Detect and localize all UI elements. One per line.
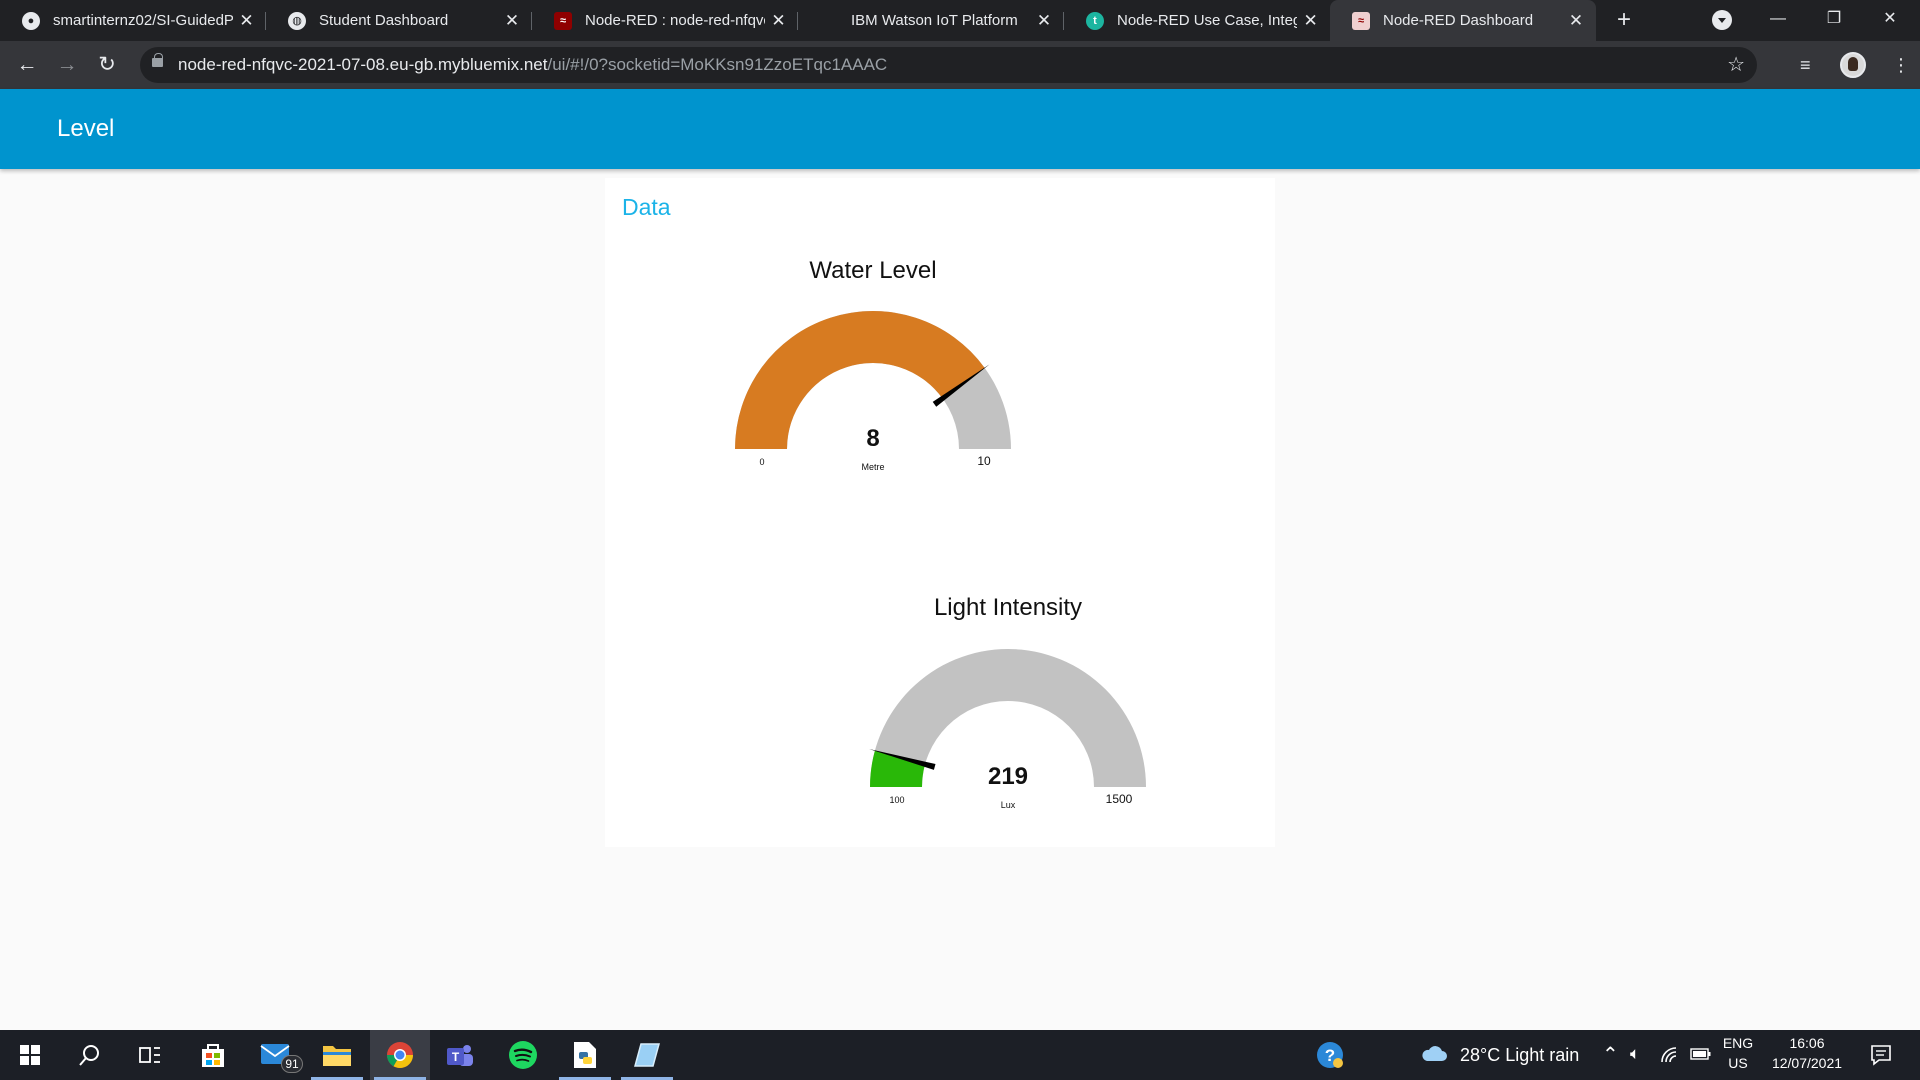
close-tab-icon[interactable]: ✕	[233, 11, 260, 31]
browser-tab-strip: ● smartinternz02/SI-GuidedPr ✕ ◍ Student…	[0, 0, 1920, 41]
tab-node-red-dashboard[interactable]: ≈ Node-RED Dashboard ✕	[1330, 0, 1596, 41]
gauge-units: Lux	[1001, 800, 1016, 810]
tab-title: Node-RED : node-red-nfqvc	[585, 12, 765, 29]
tab-title: Student Dashboard	[319, 12, 449, 29]
tab-title: Node-RED Use Case, Integr	[1117, 12, 1298, 29]
tab-student-dashboard[interactable]: ◍ Student Dashboard ✕	[266, 0, 532, 41]
tab-title: Node-RED Dashboard	[1383, 12, 1534, 29]
mail-app[interactable]: 91	[247, 1030, 307, 1080]
volume-icon[interactable]: 🔈︎	[1630, 1044, 1640, 1064]
clock-date: 12/07/2021	[1771, 1055, 1843, 1071]
tab-title: smartinternz02/SI-GuidedPr	[53, 12, 233, 29]
gauge-max-label: 1500	[1106, 792, 1133, 806]
close-window-icon[interactable]: ✕	[1862, 0, 1918, 41]
windows-taskbar: 91 T ? 28°C Light rain ⌃ 🔈︎ ENG US 16:06…	[0, 1030, 1920, 1080]
start-button[interactable]	[0, 1030, 60, 1080]
windows-logo-icon	[20, 1045, 40, 1065]
restore-icon[interactable]: ❐	[1806, 0, 1862, 41]
help-tray-button[interactable]: ?	[1300, 1030, 1360, 1080]
gauge-min-label: 100	[889, 795, 904, 805]
language-indicator[interactable]: ENG US	[1718, 1035, 1758, 1071]
light-intensity-gauge-svg: Light Intensity 219 Lux 100 1500	[869, 594, 1146, 810]
weather-text[interactable]: 28°C Light rain	[1460, 1045, 1579, 1066]
media-control-icon[interactable]: ≡	[1800, 55, 1811, 76]
task-view-icon	[139, 1047, 160, 1063]
gauge-value: 219	[988, 763, 1028, 790]
cloud-rain-icon[interactable]	[1420, 1043, 1448, 1065]
help-icon: ?	[1317, 1042, 1343, 1068]
tab-node-red-use-case[interactable]: t Node-RED Use Case, Integr ✕	[1064, 0, 1330, 41]
url-path: /ui/#!/0?socketid=MoKKsn91ZzoETqc1AAAC	[547, 55, 888, 74]
node-red-icon: ≈	[554, 11, 572, 30]
spotify-icon	[509, 1041, 537, 1069]
profile-avatar[interactable]	[1840, 52, 1866, 78]
store-icon	[202, 1044, 224, 1067]
blank-page-icon	[820, 12, 838, 30]
clock-time: 16:06	[1789, 1035, 1825, 1051]
group-card-data: Data Water Level 8 Metre 0 10 Light Inte…	[605, 178, 1275, 847]
chevron-up-icon[interactable]: ⌃	[1602, 1042, 1619, 1067]
bookmark-star-icon[interactable]: ☆	[1727, 52, 1745, 77]
forward-icon[interactable]: →	[51, 49, 83, 81]
region-code: US	[1728, 1055, 1748, 1071]
address-bar[interactable]: node-red-nfqvc-2021-07-08.eu-gb.mybluemi…	[140, 47, 1757, 83]
search-icon	[79, 1045, 99, 1066]
pen-tablet-icon	[634, 1043, 660, 1067]
tab-node-red-editor[interactable]: ≈ Node-RED : node-red-nfqvc ✕	[532, 0, 798, 41]
close-tab-icon[interactable]: ✕	[498, 11, 526, 31]
store-app[interactable]	[183, 1030, 243, 1080]
minimize-icon[interactable]: —	[1750, 0, 1806, 41]
browser-toolbar: ← → ↻ node-red-nfqvc-2021-07-08.eu-gb.my…	[0, 41, 1920, 89]
task-view-button[interactable]	[120, 1030, 180, 1080]
chrome-app[interactable]	[370, 1030, 430, 1080]
teams-icon: T	[447, 1045, 473, 1066]
globe-icon: ◍	[288, 11, 306, 30]
notification-icon[interactable]	[1870, 1044, 1892, 1066]
dashboard-header: Level	[0, 89, 1920, 169]
mail-badge: 91	[281, 1055, 303, 1073]
file-explorer-app[interactable]	[307, 1030, 367, 1080]
github-icon: ●	[22, 11, 40, 30]
language-code: ENG	[1722, 1035, 1754, 1051]
tab-ibm-watson[interactable]: IBM Watson IoT Platform ✕	[798, 0, 1064, 41]
wifi-icon[interactable]	[1660, 1046, 1680, 1064]
chrome-icon	[386, 1042, 414, 1069]
back-icon[interactable]: ←	[11, 49, 43, 81]
new-tab-button[interactable]: +	[1610, 6, 1638, 34]
clock[interactable]: 16:06 12/07/2021	[1762, 1035, 1852, 1071]
url-host: node-red-nfqvc-2021-07-08.eu-gb.mybluemi…	[178, 55, 548, 74]
tab-title: IBM Watson IoT Platform	[851, 12, 1018, 29]
teal-circle-icon: t	[1086, 11, 1104, 30]
close-tab-icon[interactable]: ✕	[765, 11, 792, 31]
python-editor-app[interactable]	[555, 1030, 615, 1080]
tab-github[interactable]: ● smartinternz02/SI-GuidedPr ✕	[0, 0, 266, 41]
lock-icon	[152, 53, 163, 67]
pen-app[interactable]	[617, 1030, 677, 1080]
search-button[interactable]	[60, 1030, 120, 1080]
close-tab-icon[interactable]: ✕	[1562, 11, 1590, 31]
page-title: Level	[57, 115, 115, 142]
python-file-icon	[574, 1042, 596, 1068]
light-intensity-gauge: Light Intensity 219 Lux 100 1500	[605, 178, 1275, 852]
folder-icon	[323, 1046, 351, 1066]
reload-icon[interactable]: ↻	[91, 49, 123, 81]
close-tab-icon[interactable]: ✕	[1297, 11, 1324, 31]
svg-text:T: T	[452, 1050, 460, 1064]
teams-app[interactable]: T	[430, 1030, 490, 1080]
node-red-icon: ≈	[1352, 11, 1370, 30]
battery-icon[interactable]	[1690, 1047, 1712, 1061]
tab-search-icon[interactable]	[1712, 10, 1732, 30]
chrome-menu-icon[interactable]: ⋮	[1892, 55, 1910, 76]
spotify-app[interactable]	[493, 1030, 553, 1080]
close-tab-icon[interactable]: ✕	[1030, 11, 1058, 31]
gauge-title: Light Intensity	[934, 594, 1082, 621]
url-text[interactable]: node-red-nfqvc-2021-07-08.eu-gb.mybluemi…	[178, 55, 887, 75]
